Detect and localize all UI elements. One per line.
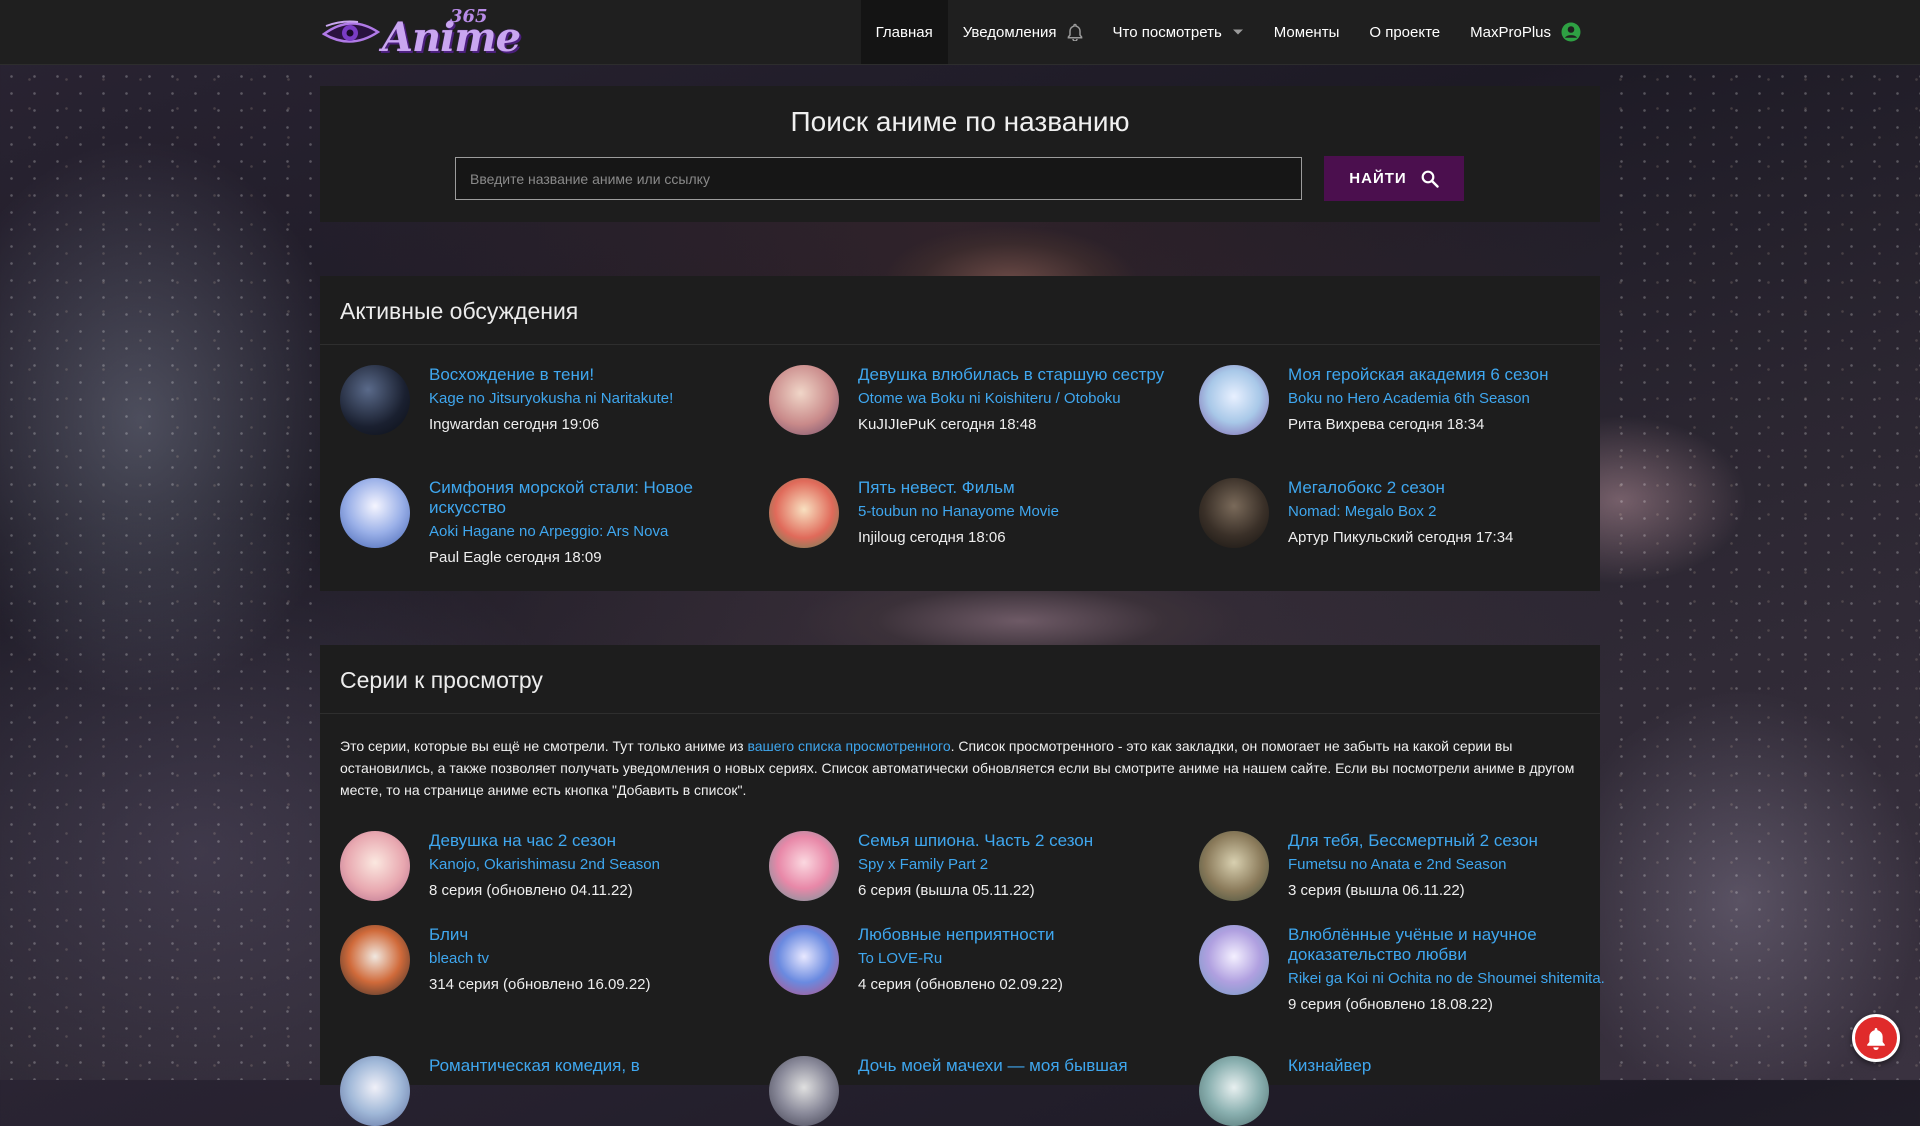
nav-what-to-watch-label: Что посмотреть <box>1112 23 1222 41</box>
logo-number: 365 <box>450 6 488 27</box>
anime-original-title[interactable]: Otome wa Boku ni Koishiteru / Otoboku <box>858 390 1188 408</box>
search-title: Поиск аниме по названию <box>790 106 1130 137</box>
episodes-to-watch-panel: Серии к просмотру Это серии, которые вы … <box>320 645 1605 1126</box>
nav-moments-label: Моменты <box>1273 23 1340 41</box>
anime-title-link[interactable]: Симфония морской стали: Новое искусство <box>429 478 759 518</box>
nav-notifications-label: Уведомления <box>962 23 1057 41</box>
description-text: Это серии, которые вы ещё не смотрели. Т… <box>340 738 748 754</box>
anime-original-title[interactable]: Kage no Jitsuryokusha ni Naritakute! <box>429 390 759 408</box>
nav-what-to-watch[interactable]: Что посмотреть <box>1098 0 1259 64</box>
anime-original-title[interactable]: bleach tv <box>429 950 759 968</box>
user-avatar-icon <box>1561 22 1581 42</box>
anime-title-link[interactable]: Блич <box>429 925 759 945</box>
anime-title-link[interactable]: Влюблённые учёные и научное доказательст… <box>1288 925 1618 965</box>
anime-thumbnail <box>340 478 410 548</box>
anime-title-link[interactable]: Кизнайвер <box>1288 1056 1618 1076</box>
anime-title-link[interactable]: Мегалобокс 2 сезон <box>1288 478 1618 498</box>
episode-status: 8 серия (обновлено 04.11.22) <box>429 882 633 899</box>
site-logo[interactable]: Anime 365 <box>320 6 521 61</box>
bell-icon <box>1867 1028 1885 1050</box>
anime-original-title[interactable]: Rikei ga Koi ni Ochita no de Shoumei shi… <box>1288 970 1618 988</box>
watched-list-link[interactable]: вашего списка просмотренного <box>747 738 950 754</box>
search-button[interactable]: НАЙТИ <box>1324 156 1464 201</box>
divider <box>320 344 1600 345</box>
anime-title-link[interactable]: Романтическая комедия, в <box>429 1056 759 1076</box>
anime-thumbnail <box>340 831 410 901</box>
nav-notifications[interactable]: Уведомления <box>948 0 1098 64</box>
comment-meta: Paul Eagle сегодня 18:09 <box>429 549 602 566</box>
episodes-description: Это серии, которые вы ещё не смотрели. Т… <box>340 735 1580 801</box>
anime-title-link[interactable]: Семья шпиона. Часть 2 сезон <box>858 831 1188 851</box>
main-nav: Главная Уведомления Что посмотреть Момен… <box>860 0 1596 64</box>
anime-thumbnail <box>340 365 410 435</box>
top-navbar: Anime 365 Главная Уведомления Что посмот… <box>0 0 1920 65</box>
nav-about-label: О проекте <box>1369 23 1441 41</box>
discussions-heading: Активные обсуждения <box>340 298 579 324</box>
episode-status: 3 серия (вышла 06.11.22) <box>1288 882 1465 899</box>
anime-thumbnail <box>769 831 839 901</box>
anime-original-title[interactable]: Kanojo, Okarishimasu 2nd Season <box>429 856 759 874</box>
anime-original-title[interactable]: Boku no Hero Academia 6th Season <box>1288 390 1618 408</box>
banner-art-strip <box>320 591 1600 645</box>
anime-original-title[interactable]: 5-toubun no Hanayome Movie <box>858 503 1188 521</box>
chevron-down-icon <box>1232 28 1244 36</box>
comment-meta: Рита Вихрева сегодня 18:34 <box>1288 416 1485 433</box>
anime-title-link[interactable]: Для тебя, Бессмертный 2 сезон <box>1288 831 1618 851</box>
episodes-heading: Серии к просмотру <box>340 667 543 693</box>
search-panel: Поиск аниме по названию НАЙТИ <box>320 86 1600 222</box>
nav-home-label: Главная <box>875 23 933 41</box>
anime-thumbnail <box>769 365 839 435</box>
anime-thumbnail <box>1199 831 1269 901</box>
comment-meta: Артур Пикульский сегодня 17:34 <box>1288 529 1514 546</box>
search-icon <box>1421 170 1439 188</box>
anime-thumbnail <box>769 1056 839 1126</box>
search-input[interactable] <box>455 157 1302 200</box>
anime-title-link[interactable]: Любовные неприятности <box>858 925 1188 945</box>
comment-meta: Ingwardan сегодня 19:06 <box>429 416 600 433</box>
anime-original-title[interactable]: Fumetsu no Anata e 2nd Season <box>1288 856 1618 874</box>
username-label: MaxProPlus <box>1470 23 1551 41</box>
search-button-label: НАЙТИ <box>1349 170 1407 187</box>
anime-original-title[interactable]: Spy x Family Part 2 <box>858 856 1188 874</box>
push-notification-button[interactable] <box>1852 1014 1900 1062</box>
anime-title-link[interactable]: Девушка на час 2 сезон <box>429 831 759 851</box>
anime-thumbnail <box>769 478 839 548</box>
episode-status: 6 серия (вышла 05.11.22) <box>858 882 1035 899</box>
active-discussions-panel: Активные обсуждения Восхождение в тени! … <box>320 276 1600 591</box>
anime-title-link[interactable]: Восхождение в тени! <box>429 365 759 385</box>
comment-meta: KuJIJIePuK сегодня 18:48 <box>858 416 1037 433</box>
anime-title-link[interactable]: Пять невест. Фильм <box>858 478 1188 498</box>
anime-thumbnail <box>1199 1056 1269 1126</box>
eye-logo-icon <box>322 20 380 43</box>
anime-thumbnail <box>340 925 410 995</box>
comment-meta: Injiloug сегодня 18:06 <box>858 529 1006 546</box>
anime-thumbnail <box>1199 925 1269 995</box>
anime-original-title[interactable]: Nomad: Megalo Box 2 <box>1288 503 1618 521</box>
anime-original-title[interactable]: To LOVE-Ru <box>858 950 1188 968</box>
nav-moments[interactable]: Моменты <box>1259 0 1355 64</box>
anime-thumbnail <box>340 1056 410 1126</box>
episode-status: 9 серия (обновлено 18.08.22) <box>1288 996 1493 1013</box>
anime-title-link[interactable]: Моя геройская академия 6 сезон <box>1288 365 1618 385</box>
episode-status: 4 серия (обновлено 02.09.22) <box>858 976 1063 993</box>
anime-original-title[interactable]: Aoki Hagane no Arpeggio: Ars Nova <box>429 523 759 541</box>
episode-status: 314 серия (обновлено 16.09.22) <box>429 976 651 993</box>
anime-title-link[interactable]: Дочь моей мачехи — моя бывшая <box>858 1056 1188 1076</box>
nav-user-profile[interactable]: MaxProPlus <box>1455 0 1596 64</box>
divider <box>320 713 1600 714</box>
anime-title-link[interactable]: Девушка влюбилась в старшую сестру <box>858 365 1188 385</box>
anime-thumbnail <box>1199 365 1269 435</box>
anime-thumbnail <box>769 925 839 995</box>
nav-about[interactable]: О проекте <box>1354 0 1455 64</box>
anime-thumbnail <box>1199 478 1269 548</box>
nav-home[interactable]: Главная <box>860 0 948 64</box>
banner-art-strip <box>320 222 1600 276</box>
bell-icon <box>1067 23 1083 41</box>
